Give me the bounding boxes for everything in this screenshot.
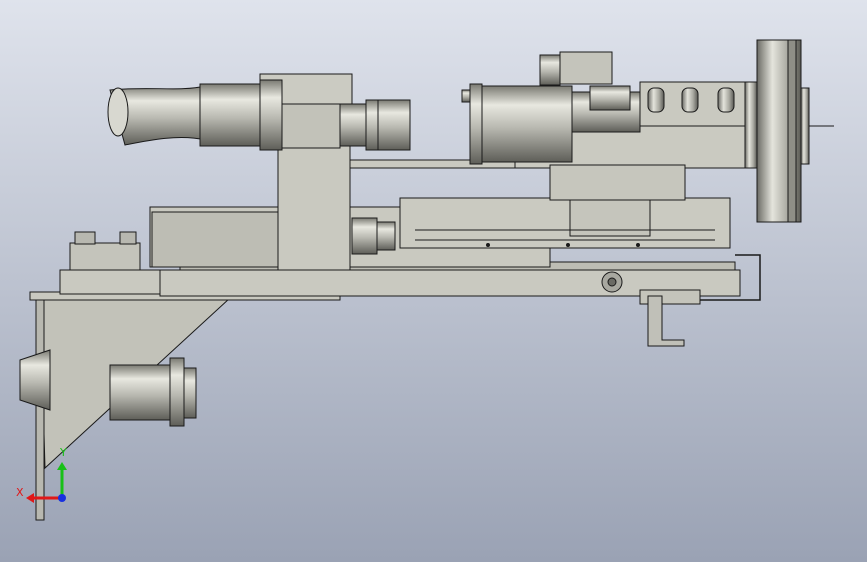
cad-canvas[interactable]: X Y <box>0 0 867 562</box>
shaft-coupling[interactable] <box>351 217 396 255</box>
z-axis-dot-icon <box>58 494 66 502</box>
y-axis-label: Y <box>59 446 67 459</box>
cad-viewport[interactable]: X Y <box>0 0 867 562</box>
camera-lens[interactable] <box>339 99 411 151</box>
x-axis-label: X <box>16 486 24 499</box>
